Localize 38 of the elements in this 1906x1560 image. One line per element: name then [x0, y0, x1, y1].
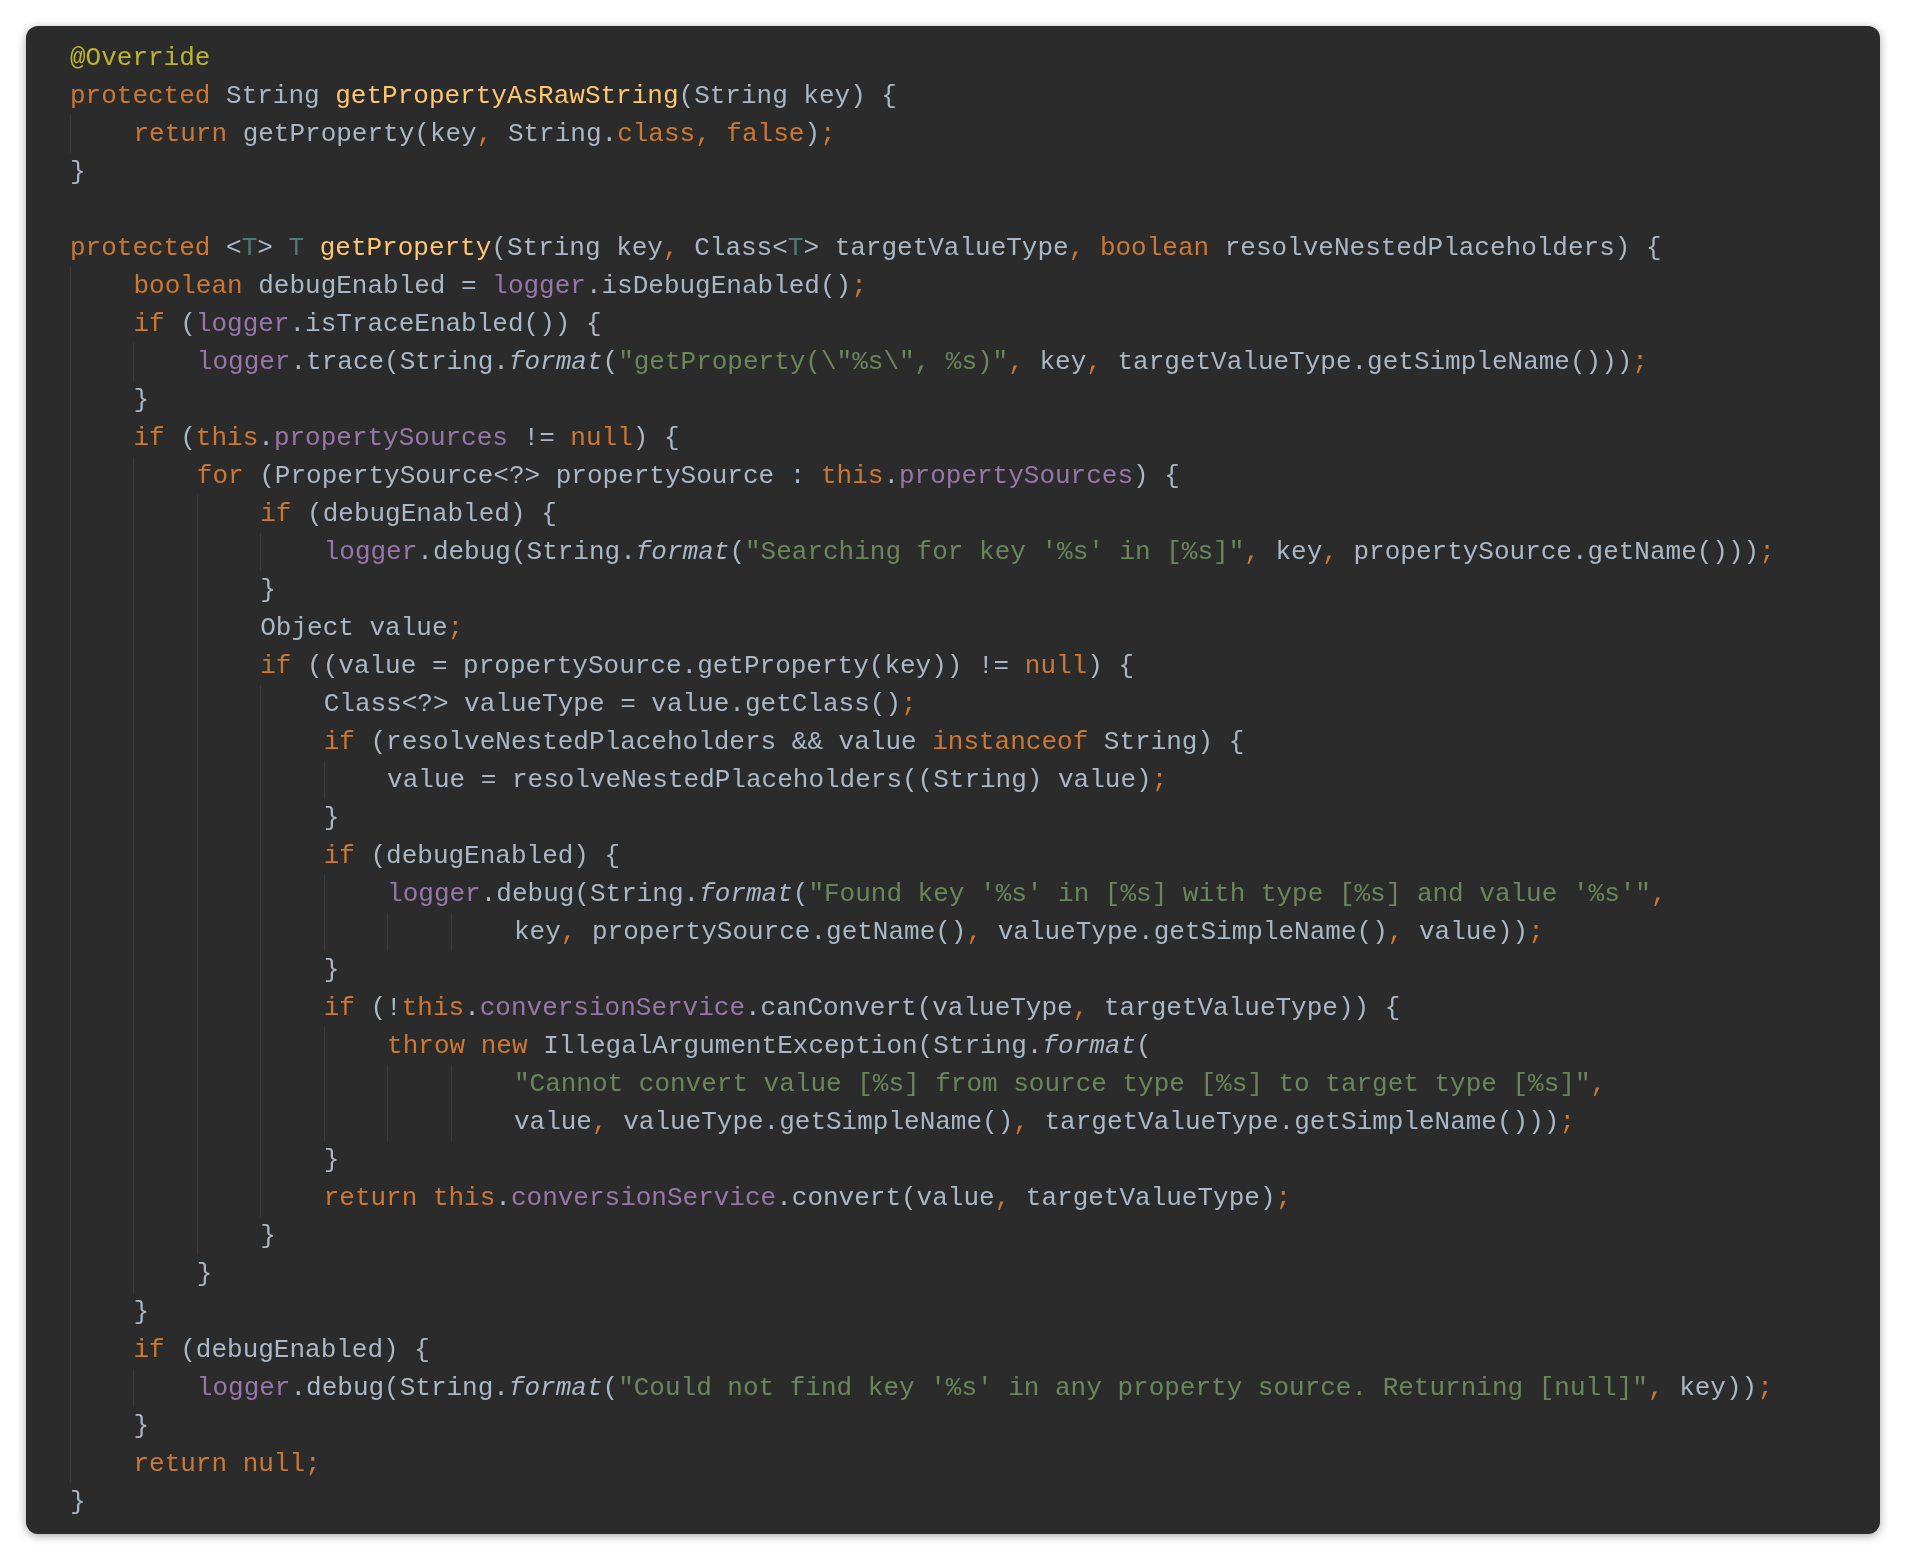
- code-line: @Override: [70, 42, 212, 75]
- code-line: if (resolveNestedPlaceholders && value instanceof String) {: [70, 723, 1856, 761]
- code-line: key, propertySource.getName(), valueType.getSimpleName(), value));: [70, 913, 1856, 951]
- code-line: "Cannot convert value [%s] from source type [%s] to target type [%s]",: [70, 1065, 1856, 1103]
- code-line: throw new IllegalArgumentException(String.format(: [70, 1027, 1856, 1065]
- code-line: }: [70, 1407, 1856, 1445]
- code-line: if (debugEnabled) {: [70, 495, 1856, 533]
- code-line: logger.debug(String.format("Searching for key '%s' in [%s]", key, propertySource.getName()));: [70, 533, 1856, 571]
- code-line: logger.trace(String.format("getProperty(\"%s\", %s)", key, targetValueType.getSimpleName()));: [70, 343, 1856, 381]
- code-line: }: [70, 1293, 1856, 1331]
- code-line: if (!this.conversionService.canConvert(valueType, targetValueType)) {: [70, 989, 1856, 1027]
- code-line: }: [70, 1217, 1856, 1255]
- code-line: }: [70, 156, 87, 189]
- code-line: }: [70, 571, 1856, 609]
- code-line: protected <T> T getProperty(String key, Class<T> targetValueType, boolean resolveNestedPlaceholders) {: [70, 232, 1663, 265]
- code-line: logger.debug(String.format("Could not find key '%s' in any property source. Returning [null]", key));: [70, 1369, 1856, 1407]
- code-line: value, valueType.getSimpleName(), targetValueType.getSimpleName()));: [70, 1103, 1856, 1141]
- code-line: if (this.propertySources != null) {: [70, 419, 1856, 457]
- code-line: return this.conversionService.convert(value, targetValueType);: [70, 1179, 1856, 1217]
- code-line: for (PropertySource<?> propertySource : this.propertySources) {: [70, 457, 1856, 495]
- code-line: }: [70, 951, 1856, 989]
- code-line: }: [70, 1255, 1856, 1293]
- code-line: }: [70, 799, 1856, 837]
- code-line: return getProperty(key, String.class, false);: [70, 115, 1856, 153]
- code-line: return null;: [70, 1445, 1856, 1483]
- code-line: if ((value = propertySource.getProperty(key)) != null) {: [70, 647, 1856, 685]
- code-line: if (debugEnabled) {: [70, 837, 1856, 875]
- code-line: }: [70, 1141, 1856, 1179]
- code-line: Object value;: [70, 609, 1856, 647]
- code-line: if (logger.isTraceEnabled()) {: [70, 305, 1856, 343]
- code-line: }: [70, 1486, 87, 1519]
- code-line: }: [70, 381, 1856, 419]
- code-line: boolean debugEnabled = logger.isDebugEnabled();: [70, 267, 1856, 305]
- code-line: if (debugEnabled) {: [70, 1331, 1856, 1369]
- code-line: value = resolveNestedPlaceholders((String) value);: [70, 761, 1856, 799]
- code-line: protected String getPropertyAsRawString(String key) {: [70, 80, 898, 113]
- code-line: Class<?> valueType = value.getClass();: [70, 685, 1856, 723]
- code-line: logger.debug(String.format("Found key '%s' in [%s] with type [%s] and value '%s'",: [70, 875, 1856, 913]
